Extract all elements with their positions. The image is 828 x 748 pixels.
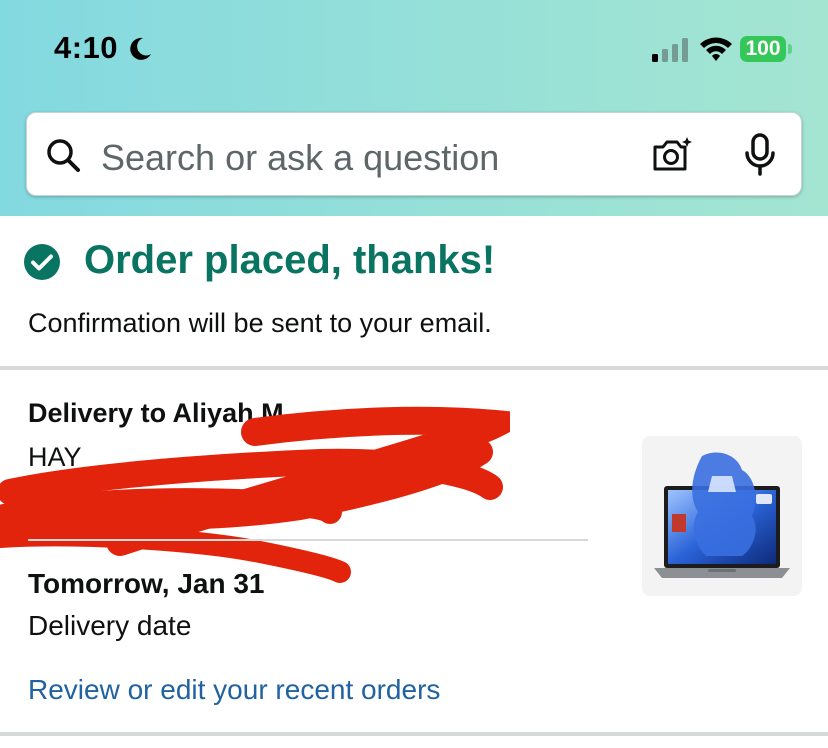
laptop-image [654, 452, 790, 578]
confirmation-title: Order placed, thanks! [84, 238, 496, 282]
delivery-divider [28, 539, 588, 541]
redaction-scribble [0, 406, 510, 583]
search-input[interactable]: Search or ask a question [101, 137, 499, 179]
delivery-date-label: Delivery date [28, 610, 192, 641]
microphone-icon[interactable] [743, 133, 777, 177]
delivery-section: Delivery to Aliyah M HAY number: Tomorro… [0, 372, 828, 732]
check-circle-icon [24, 244, 60, 280]
app-header: 4:10 100 Search or ask a question [0, 0, 828, 216]
wifi-icon [700, 37, 732, 61]
review-orders-link[interactable]: Review or edit your recent orders [28, 674, 440, 706]
bottom-divider [0, 732, 828, 736]
moon-icon [130, 37, 151, 60]
battery-level: 100 [745, 37, 781, 60]
battery-cap [788, 44, 792, 54]
section-divider [0, 366, 828, 370]
battery-icon: 100 [740, 36, 786, 62]
confirmation-subtitle: Confirmation will be sent to your email. [28, 308, 492, 338]
status-time: 4:10 [54, 30, 119, 65]
signal-icon [652, 38, 688, 62]
order-confirmation: Order placed, thanks! Confirmation will … [0, 216, 828, 368]
delivery-date: Tomorrow, Jan 31 [28, 568, 265, 599]
search-icon[interactable] [45, 137, 81, 173]
camera-icon[interactable] [651, 135, 693, 175]
search-bar[interactable]: Search or ask a question [26, 112, 802, 196]
product-thumbnail[interactable] [642, 436, 802, 596]
